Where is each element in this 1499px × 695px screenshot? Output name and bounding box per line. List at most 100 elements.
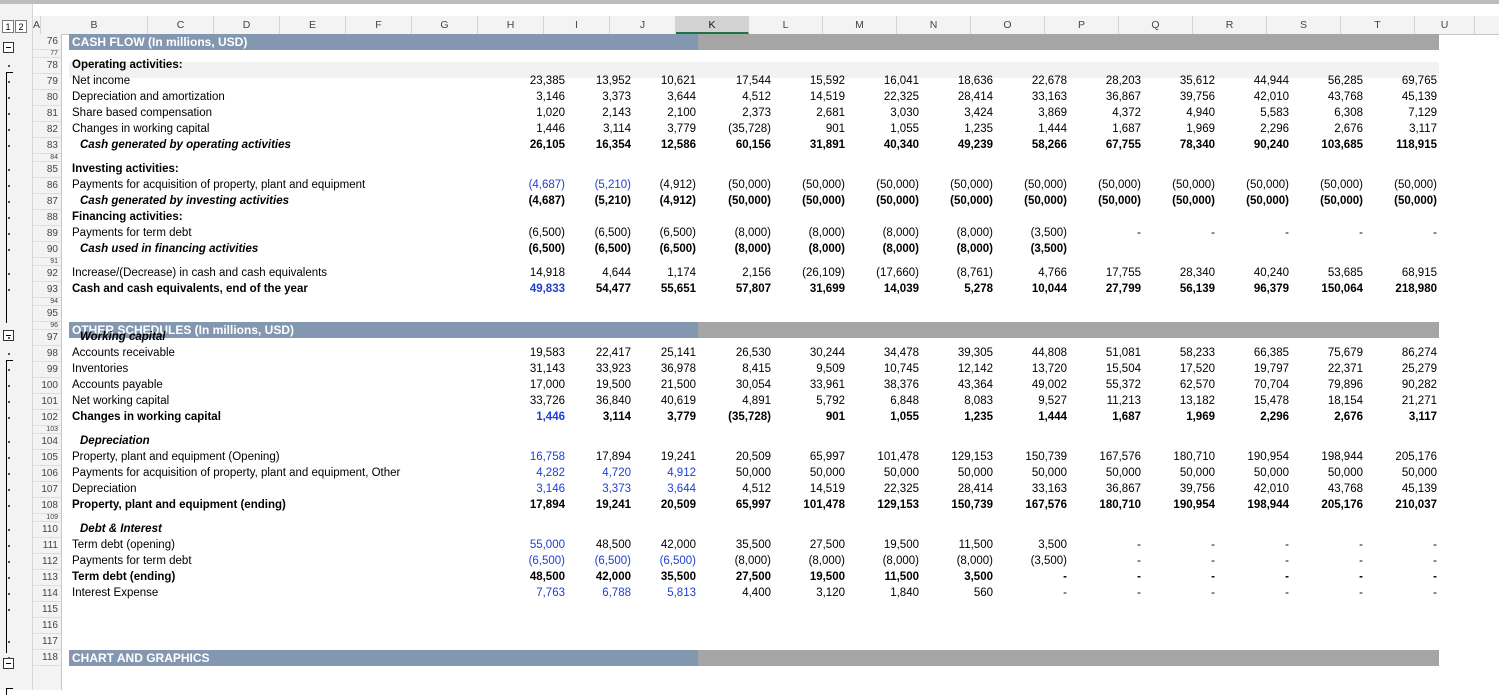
value-cell[interactable]: 42,010: [1223, 483, 1289, 495]
value-cell[interactable]: (6,500): [630, 243, 696, 255]
value-cell[interactable]: 12,142: [927, 363, 993, 375]
value-cell[interactable]: (6,500): [630, 227, 696, 239]
value-cell[interactable]: (4,687): [499, 179, 565, 191]
value-cell[interactable]: -: [1075, 571, 1141, 583]
value-cell[interactable]: -: [1297, 587, 1363, 599]
value-cell[interactable]: 50,000: [705, 467, 771, 479]
value-cell[interactable]: 69,765: [1371, 75, 1437, 87]
value-cell[interactable]: 198,944: [1297, 451, 1363, 463]
value-cell[interactable]: (50,000): [705, 195, 771, 207]
value-cell[interactable]: 180,710: [1075, 499, 1141, 511]
row-header[interactable]: 107: [33, 482, 61, 498]
value-cell[interactable]: 5,792: [779, 395, 845, 407]
value-cell[interactable]: 5,278: [927, 283, 993, 295]
value-cell[interactable]: 27,500: [705, 571, 771, 583]
value-cell[interactable]: 17,894: [565, 451, 631, 463]
value-cell[interactable]: 129,153: [927, 451, 993, 463]
value-cell[interactable]: -: [1075, 227, 1141, 239]
value-cell[interactable]: 50,000: [779, 467, 845, 479]
value-cell[interactable]: 28,414: [927, 483, 993, 495]
value-cell[interactable]: 2,143: [565, 107, 631, 119]
value-cell[interactable]: -: [1149, 571, 1215, 583]
value-cell[interactable]: 7,129: [1371, 107, 1437, 119]
value-cell[interactable]: 2,676: [1297, 123, 1363, 135]
value-cell[interactable]: 19,500: [565, 379, 631, 391]
value-cell[interactable]: (26,109): [779, 267, 845, 279]
row-header[interactable]: 102: [33, 410, 61, 426]
column-header-d[interactable]: D: [214, 16, 280, 34]
value-cell[interactable]: 58,233: [1149, 347, 1215, 359]
value-cell[interactable]: (50,000): [705, 179, 771, 191]
value-cell[interactable]: 75,679: [1297, 347, 1363, 359]
value-cell[interactable]: 42,000: [565, 571, 631, 583]
value-cell[interactable]: 3,120: [779, 587, 845, 599]
value-cell[interactable]: (8,000): [853, 243, 919, 255]
row-label[interactable]: Term debt (ending): [72, 571, 175, 583]
value-cell[interactable]: (50,000): [1223, 195, 1289, 207]
value-cell[interactable]: 4,512: [705, 483, 771, 495]
value-cell[interactable]: (4,912): [630, 195, 696, 207]
row-header[interactable]: 118: [33, 650, 61, 666]
value-cell[interactable]: -: [1371, 587, 1437, 599]
row-header[interactable]: 81: [33, 106, 61, 122]
value-cell[interactable]: (35,728): [705, 123, 771, 135]
value-cell[interactable]: 96,379: [1223, 283, 1289, 295]
value-cell[interactable]: (8,000): [779, 555, 845, 567]
value-cell[interactable]: -: [1371, 555, 1437, 567]
value-cell[interactable]: 50,000: [1075, 467, 1141, 479]
row-header[interactable]: 97: [33, 330, 61, 346]
column-header-t[interactable]: T: [1341, 16, 1415, 34]
value-cell[interactable]: (50,000): [927, 195, 993, 207]
value-cell[interactable]: 36,978: [630, 363, 696, 375]
value-cell[interactable]: 210,037: [1371, 499, 1437, 511]
value-cell[interactable]: 6,308: [1297, 107, 1363, 119]
row-header[interactable]: 82: [33, 122, 61, 138]
row-header[interactable]: 90: [33, 242, 61, 258]
value-cell[interactable]: 560: [927, 587, 993, 599]
value-cell[interactable]: (50,000): [853, 195, 919, 207]
row-header[interactable]: 104: [33, 434, 61, 450]
row-label[interactable]: Depreciation and amortization: [72, 91, 225, 103]
row-label[interactable]: Net working capital: [72, 395, 169, 407]
value-cell[interactable]: 3,644: [630, 483, 696, 495]
value-cell[interactable]: 50,000: [1223, 467, 1289, 479]
value-cell[interactable]: 17,894: [499, 499, 565, 511]
column-header-b[interactable]: B: [41, 16, 148, 34]
value-cell[interactable]: (6,500): [630, 555, 696, 567]
value-cell[interactable]: 86,274: [1371, 347, 1437, 359]
row-header[interactable]: 94: [33, 298, 61, 306]
value-cell[interactable]: 65,997: [705, 499, 771, 511]
value-cell[interactable]: 18,154: [1297, 395, 1363, 407]
value-cell[interactable]: 3,146: [499, 483, 565, 495]
value-cell[interactable]: 11,500: [927, 539, 993, 551]
row-header[interactable]: 113: [33, 570, 61, 586]
value-cell[interactable]: (5,210): [565, 179, 631, 191]
column-header-h[interactable]: H: [478, 16, 544, 34]
row-label[interactable]: Operating activities:: [72, 59, 183, 71]
value-cell[interactable]: (3,500): [1001, 227, 1067, 239]
value-cell[interactable]: 28,203: [1075, 75, 1141, 87]
value-cell[interactable]: 218,980: [1371, 283, 1437, 295]
row-header[interactable]: 117: [33, 634, 61, 650]
row-label[interactable]: Increase/(Decrease) in cash and cash equ…: [72, 267, 327, 279]
row-header[interactable]: 108: [33, 498, 61, 514]
value-cell[interactable]: 49,833: [499, 283, 565, 295]
column-header-i[interactable]: I: [544, 16, 610, 34]
row-header[interactable]: 106: [33, 466, 61, 482]
row-label[interactable]: Cash generated by operating activities: [80, 139, 291, 151]
value-cell[interactable]: (6,500): [499, 555, 565, 567]
row-header[interactable]: 112: [33, 554, 61, 570]
value-cell[interactable]: 4,720: [565, 467, 631, 479]
column-header-a[interactable]: A: [33, 16, 41, 34]
row-header[interactable]: 85: [33, 162, 61, 178]
value-cell[interactable]: (50,000): [1297, 179, 1363, 191]
column-header-r[interactable]: R: [1193, 16, 1267, 34]
value-cell[interactable]: -: [1223, 587, 1289, 599]
value-cell[interactable]: 43,768: [1297, 483, 1363, 495]
value-cell[interactable]: 1,687: [1075, 123, 1141, 135]
row-header[interactable]: 86: [33, 178, 61, 194]
value-cell[interactable]: 11,500: [853, 571, 919, 583]
row-header[interactable]: 93: [33, 282, 61, 298]
column-header-e[interactable]: E: [280, 16, 346, 34]
value-cell[interactable]: 31,891: [779, 139, 845, 151]
